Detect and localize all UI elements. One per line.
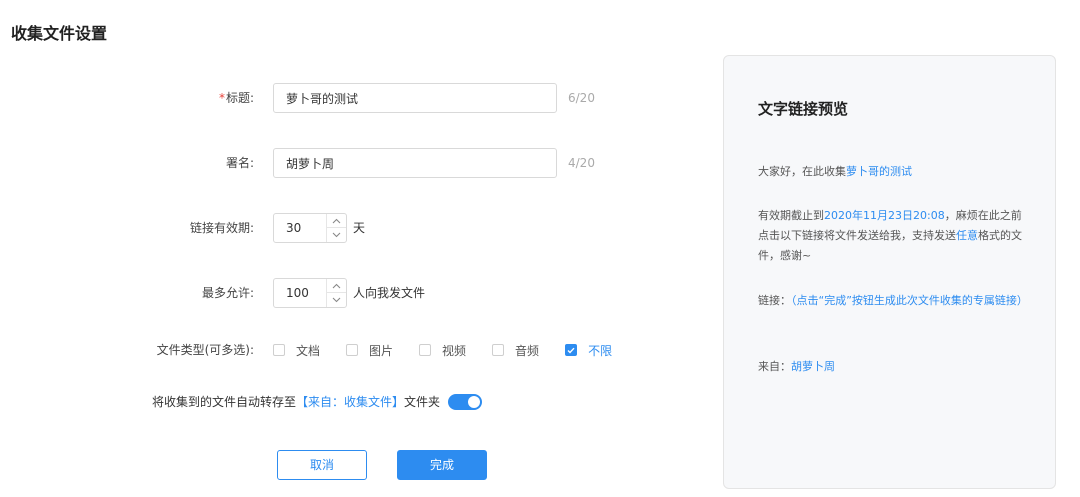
signature-char-count: 4/20: [568, 156, 595, 170]
validity-decrement-button[interactable]: [327, 228, 346, 242]
preview-greeting: 大家好，在此收集萝卜哥的测试: [758, 165, 912, 178]
title-input[interactable]: [273, 83, 557, 113]
max-allowed-increment-button[interactable]: [327, 279, 346, 293]
file-type-label: 图片: [369, 343, 394, 358]
settings-form: *标题: 6/20 署名: 4/20 链接有效期: 30 天 最多允许: 100: [0, 0, 700, 497]
validity-unit: 天: [353, 221, 366, 235]
preview-expiry-type: 任意: [956, 229, 978, 242]
file-type-label: 音频: [515, 343, 540, 358]
auto-save-folder: 【来自：收集文件】: [296, 395, 405, 409]
file-type-label: 视频: [442, 343, 467, 358]
checkbox[interactable]: [273, 344, 285, 356]
file-type-option-image[interactable]: 图片: [346, 342, 393, 359]
checkbox-checked[interactable]: [565, 344, 578, 356]
chevron-up-icon: [332, 283, 341, 288]
chevron-down-icon: [332, 297, 341, 303]
validity-value[interactable]: 30: [286, 214, 301, 242]
title-label: *标题:: [218, 91, 254, 105]
required-mark: *: [218, 91, 225, 105]
chevron-up-icon: [332, 218, 341, 223]
checkbox[interactable]: [492, 344, 505, 356]
cancel-button[interactable]: 取消: [277, 450, 367, 480]
signature-row: 署名: 4/20: [0, 148, 700, 178]
validity-stepper: [326, 214, 346, 242]
max-allowed-label: 最多允许:: [201, 286, 254, 300]
auto-save-row: 将收集到的文件自动转存至【来自：收集文件】文件夹: [0, 387, 700, 417]
max-allowed-number-input[interactable]: 100: [273, 278, 347, 308]
file-type-label: 文档: [296, 343, 321, 358]
validity-number-input[interactable]: 30: [273, 213, 347, 243]
title-char-count: 6/20: [568, 91, 595, 105]
file-types-checkbox-group: 文档 图片 视频 音频 不限: [273, 335, 638, 365]
preview-link-text: （点击“完成”按钮生成此次文件收集的专属链接）: [791, 294, 1028, 307]
preview-link: 链接：（点击“完成”按钮生成此次文件收集的专属链接）: [758, 294, 1028, 307]
signature-input[interactable]: [273, 148, 557, 178]
max-allowed-unit: 人向我发文件: [353, 286, 426, 300]
max-allowed-decrement-button[interactable]: [327, 293, 346, 307]
auto-save-label: 将收集到的文件自动转存至【来自：收集文件】文件夹: [152, 395, 441, 409]
toggle-knob: [468, 396, 480, 408]
file-type-label: 不限: [588, 343, 613, 358]
file-type-option-video[interactable]: 视频: [419, 342, 466, 359]
done-button[interactable]: 完成: [397, 450, 487, 480]
validity-increment-button[interactable]: [327, 214, 346, 228]
file-types-row: 文件类型(可多选): 文档 图片 视频 音频 不限: [0, 335, 700, 365]
preview-expiry: 有效期截止到2020年11月23日20:08，麻烦在此之前点击以下链接将文件发送…: [758, 209, 1022, 262]
preview-title: 文字链接预览: [758, 100, 849, 118]
title-row: *标题: 6/20: [0, 83, 700, 113]
signature-label: 署名:: [225, 156, 254, 170]
file-type-option-document[interactable]: 文档: [273, 342, 320, 359]
validity-row: 链接有效期: 30 天: [0, 213, 700, 243]
checkbox[interactable]: [346, 344, 359, 356]
file-type-option-audio[interactable]: 音频: [492, 342, 539, 359]
link-preview-panel: 文字链接预览 大家好，在此收集萝卜哥的测试 有效期截止到2020年11月23日2…: [723, 55, 1056, 489]
file-types-label: 文件类型(可多选):: [156, 343, 254, 357]
preview-from: 来自：胡萝卜周: [758, 360, 835, 373]
max-allowed-stepper: [326, 279, 346, 307]
file-type-option-unlimited[interactable]: 不限: [565, 342, 612, 359]
preview-greeting-name: 萝卜哥的测试: [846, 165, 912, 178]
max-allowed-row: 最多允许: 100 人向我发文件: [0, 278, 700, 308]
max-allowed-value[interactable]: 100: [286, 279, 309, 307]
check-icon: [567, 347, 575, 354]
auto-save-toggle[interactable]: [448, 394, 482, 410]
checkbox[interactable]: [419, 344, 432, 356]
validity-label: 链接有效期:: [189, 221, 254, 235]
chevron-down-icon: [332, 232, 341, 238]
preview-from-name: 胡萝卜周: [791, 360, 835, 373]
preview-expiry-date: 2020年11月23日20:08: [824, 209, 945, 222]
